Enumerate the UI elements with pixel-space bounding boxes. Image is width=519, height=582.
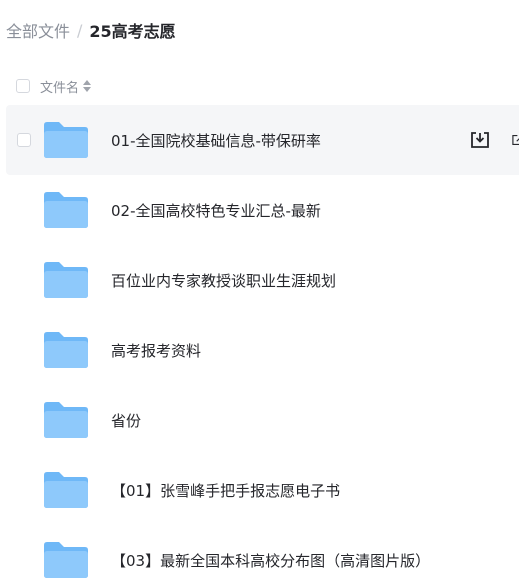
file-name[interactable]: 省份: [111, 410, 141, 431]
sort-icon[interactable]: [83, 80, 92, 92]
breadcrumb-root-link[interactable]: 全部文件: [6, 18, 70, 42]
file-name[interactable]: 百位业内专家教授谈职业生涯规划: [111, 270, 336, 291]
file-name[interactable]: 【03】最新全国本科高校分布图（高清图片版）: [111, 550, 430, 571]
file-row[interactable]: 百位业内专家教授谈职业生涯规划: [6, 245, 519, 315]
file-row[interactable]: 【03】最新全国本科高校分布图（高清图片版）: [6, 525, 519, 582]
file-name[interactable]: 【01】张雪峰手把手报志愿电子书: [111, 480, 340, 501]
folder-icon: [44, 332, 88, 368]
column-header-name[interactable]: 文件名: [40, 77, 79, 96]
file-row[interactable]: 高考报考资料: [6, 315, 519, 385]
file-row[interactable]: 【01】张雪峰手把手报志愿电子书: [6, 455, 519, 525]
breadcrumb: 全部文件 / 25高考志愿: [6, 18, 176, 42]
folder-icon: [44, 472, 88, 508]
row-checkbox[interactable]: [17, 133, 31, 147]
file-name[interactable]: 01-全国院校基础信息-带保研率: [111, 130, 321, 151]
row-actions: [449, 105, 519, 175]
folder-icon: [44, 402, 88, 438]
share-button[interactable]: [511, 129, 519, 151]
select-all-checkbox[interactable]: [16, 79, 30, 93]
download-button[interactable]: [469, 129, 491, 151]
file-name[interactable]: 高考报考资料: [111, 340, 201, 361]
list-header: 文件名: [16, 76, 92, 96]
file-row[interactable]: 02-全国高校特色专业汇总-最新: [6, 175, 519, 245]
file-row[interactable]: 省份: [6, 385, 519, 455]
download-icon: [471, 132, 489, 148]
file-row[interactable]: 01-全国院校基础信息-带保研率: [6, 105, 519, 175]
breadcrumb-current: 25高考志愿: [89, 22, 176, 41]
breadcrumb-separator: /: [77, 20, 83, 40]
folder-icon: [44, 192, 88, 228]
share-icon: [512, 134, 519, 146]
file-name[interactable]: 02-全国高校特色专业汇总-最新: [111, 200, 321, 221]
folder-icon: [44, 262, 88, 298]
folder-icon: [44, 542, 88, 578]
file-list: 01-全国院校基础信息-带保研率 02-全国高校特色专业汇总-最新 百位业内专家…: [6, 105, 519, 582]
folder-icon: [44, 122, 88, 158]
